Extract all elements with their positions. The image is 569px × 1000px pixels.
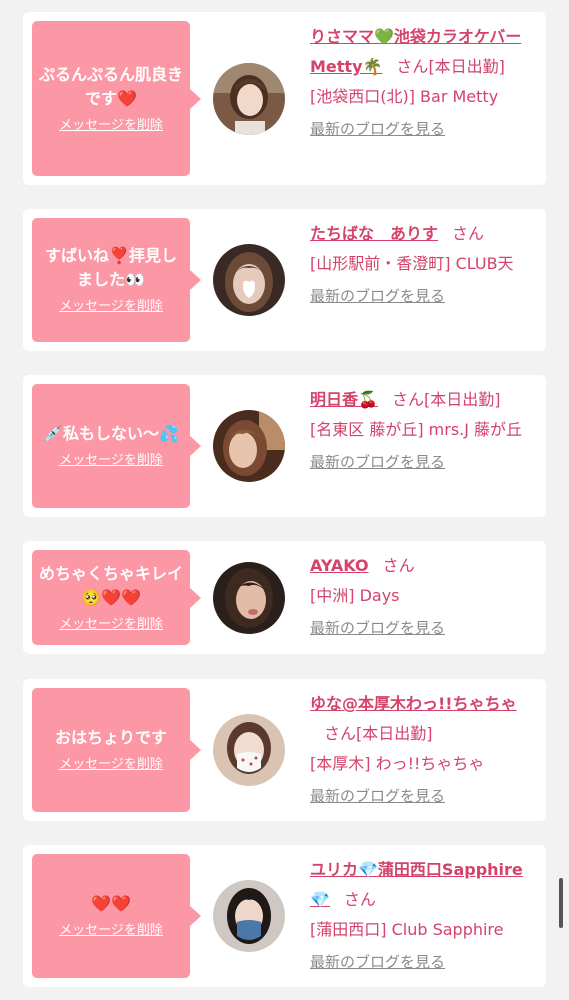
profile-info: ユリカ💎蒲田西口Sapphire💎 さん [蒲田西口] Club Sapphire… (310, 855, 536, 973)
latest-blog-link[interactable]: 最新のブログを見る (310, 285, 536, 307)
message-text: ❤️❤️ (91, 894, 131, 913)
honorific: さん (343, 890, 376, 909)
delete-message-link[interactable]: メッセージを削除 (59, 922, 163, 940)
delete-message-link[interactable]: メッセージを削除 (59, 756, 163, 774)
delete-message-link[interactable]: メッセージを削除 (59, 452, 163, 470)
honorific: さん (391, 390, 424, 409)
message-text: めちゃくちゃキレイ🥺❤️❤️ (38, 563, 183, 607)
delete-message-link[interactable]: メッセージを削除 (59, 616, 163, 634)
latest-blog-link[interactable]: 最新のブログを見る (310, 451, 536, 473)
woman-portrait-icon (213, 562, 285, 634)
message-card: ❤️❤️ メッセージを削除 ユリカ💎蒲田西口Sapphire💎 さん [蒲田西口]… (23, 845, 546, 987)
profile-info: 明日香🍒 さん[本日出勤] [名東区 藤が丘] mrs.J 藤が丘 最新のブログを… (310, 385, 536, 473)
latest-blog-link[interactable]: 最新のブログを見る (310, 951, 536, 973)
message-card: すばいね❣️拝見しました👀 メッセージを削除 たちばな ありす さん [山形駅前・… (23, 209, 546, 351)
cast-name-link[interactable]: ゆな@本厚木わっ!!ちゃちゃ (310, 694, 517, 713)
delete-message-link[interactable]: メッセージを削除 (59, 117, 163, 135)
cast-name-link[interactable]: 明日香🍒 (310, 390, 378, 409)
shop-location: [本厚木] わっ!!ちゃちゃ (310, 754, 485, 773)
shop-location: [蒲田西口] Club Sapphire (310, 920, 504, 939)
profile-avatar[interactable] (213, 410, 285, 482)
honorific: さん (382, 556, 415, 575)
profile-avatar[interactable] (213, 714, 285, 786)
latest-blog-link[interactable]: 最新のブログを見る (310, 617, 536, 639)
message-text: おはちょりです (54, 728, 167, 747)
message-text: 💉私もしない〜💦 (43, 424, 179, 443)
honorific: さん (324, 724, 357, 743)
shop-location: [池袋西口(北)] Bar Metty (310, 87, 499, 106)
latest-blog-link[interactable]: 最新のブログを見る (310, 118, 536, 140)
latest-blog-link[interactable]: 最新のブログを見る (310, 785, 536, 807)
message-bubble: ぷるんぷるん肌良きです❤️ メッセージを削除 (32, 21, 201, 176)
message-card: 💉私もしない〜💦 メッセージを削除 明日香🍒 さん[本日出勤] [名東区 藤が丘]… (23, 375, 546, 517)
profile-info: たちばな ありす さん [山形駅前・香澄町] CLUB天 最新のブログを見る (310, 219, 536, 307)
message-bubble: めちゃくちゃキレイ🥺❤️❤️ メッセージを削除 (32, 550, 201, 645)
attendance-status: [本日出勤] (356, 724, 433, 743)
vertical-scrollbar[interactable] (559, 878, 563, 928)
profile-info: りさママ💚池袋カラオケバーMetty🌴 さん[本日出勤] [池袋西口(北)] Ba… (310, 22, 536, 140)
message-card: めちゃくちゃキレイ🥺❤️❤️ メッセージを削除 AYAKO さん [中洲] Day… (23, 541, 546, 654)
woman-portrait-icon (213, 63, 285, 135)
message-text: ぷるんぷるん肌良きです❤️ (38, 64, 183, 108)
cast-name-link[interactable]: AYAKO (310, 556, 369, 575)
shop-location: [山形駅前・香澄町] CLUB天 (310, 254, 514, 273)
honorific: さん (396, 57, 429, 76)
cast-name-link[interactable]: たちばな ありす (310, 224, 438, 243)
woman-portrait-icon (213, 244, 285, 316)
woman-portrait-icon (213, 410, 285, 482)
attendance-status: [本日出勤] (423, 390, 501, 409)
profile-avatar[interactable] (213, 244, 285, 316)
shop-location: [名東区 藤が丘] mrs.J 藤が丘 (310, 420, 523, 439)
attendance-status: [本日出勤] (428, 57, 505, 76)
profile-info: AYAKO さん [中洲] Days 最新のブログを見る (310, 551, 536, 639)
message-text: すばいね❣️拝見しました👀 (45, 246, 177, 289)
message-bubble: 💉私もしない〜💦 メッセージを削除 (32, 384, 201, 508)
message-card: ぷるんぷるん肌良きです❤️ メッセージを削除 りさママ💚池袋カラオケバーMett… (23, 12, 546, 185)
message-card: おはちょりです メッセージを削除 ゆな@本厚木わっ!!ちゃちゃさん[本日出勤] … (23, 679, 546, 821)
honorific: さん (452, 224, 485, 243)
message-bubble: ❤️❤️ メッセージを削除 (32, 854, 201, 978)
profile-avatar[interactable] (213, 63, 285, 135)
message-bubble: すばいね❣️拝見しました👀 メッセージを削除 (32, 218, 201, 342)
cast-name-link[interactable]: ユリカ💎蒲田西口Sapphire💎 (310, 860, 523, 909)
woman-portrait-icon (213, 880, 285, 952)
woman-portrait-icon (213, 714, 285, 786)
shop-location: [中洲] Days (310, 586, 400, 605)
message-bubble: おはちょりです メッセージを削除 (32, 688, 201, 812)
delete-message-link[interactable]: メッセージを削除 (59, 298, 163, 316)
profile-avatar[interactable] (213, 880, 285, 952)
profile-avatar[interactable] (213, 562, 285, 634)
message-feed: ぷるんぷるん肌良きです❤️ メッセージを削除 りさママ💚池袋カラオケバーMett… (0, 0, 569, 1000)
profile-info: ゆな@本厚木わっ!!ちゃちゃさん[本日出勤] [本厚木] わっ!!ちゃちゃ 最新… (310, 689, 536, 807)
